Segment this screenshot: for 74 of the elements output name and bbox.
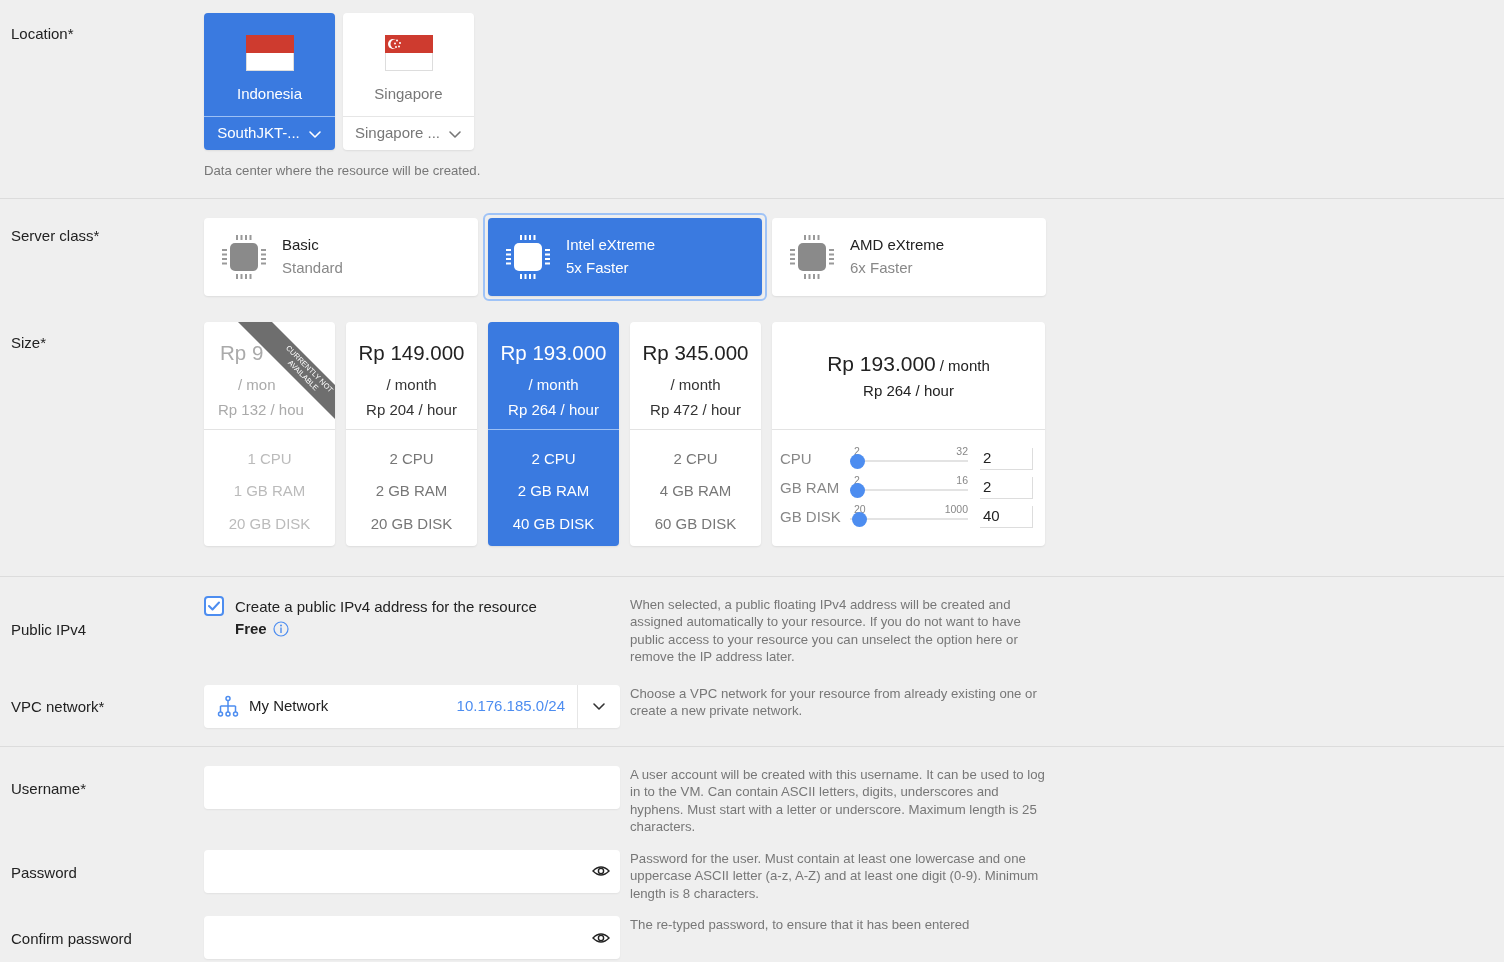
hourly-price: Rp 472 / hour	[650, 399, 741, 420]
slider-max: 16	[956, 473, 968, 486]
region-card[interactable]: Singapore Singapore ...	[343, 13, 474, 150]
class-subtitle: 5x Faster	[566, 257, 630, 278]
plan-price: Rp 193.000	[827, 351, 936, 377]
slider-max: 32	[956, 444, 968, 457]
plan-spec: 1 GB RAM	[232, 481, 307, 501]
field-label: Confirm password	[10, 929, 133, 949]
hourly-price: Rp 132 / hou	[218, 399, 304, 420]
price-label: Free	[235, 619, 267, 639]
class-subtitle: 6x Faster	[850, 257, 914, 278]
value-field[interactable]: 2	[980, 477, 1033, 499]
plan-spec: 1 CPU	[246, 448, 293, 469]
plan-spec: 2 CPU	[672, 448, 719, 469]
plan-period: / month	[528, 375, 579, 396]
field-label: Username*	[10, 778, 88, 799]
slider-label: GB DISK	[780, 506, 842, 527]
class-subtitle: Standard	[282, 257, 343, 278]
country-name: Indonesia	[236, 84, 303, 104]
datacenter-dropdown[interactable]: Singapore ...	[343, 116, 474, 150]
help-text: When selected, a public floating IPv4 address will be created and assigned automatically to your resource. If you do not want to have public access to your resource you can unselect the option here or remove the IP address later.	[630, 595, 1022, 666]
plan-spec: 4 GB RAM	[658, 481, 733, 501]
plan-period: / month	[939, 356, 990, 376]
plan-spec: 2 GB RAM	[516, 481, 591, 501]
hourly-price: Rp 204 / hour	[366, 399, 457, 420]
checkbox-label: Create a public IPv4 address for the resource	[235, 596, 537, 617]
plan-spec: 20 GB DISK	[227, 513, 312, 534]
plan-price: Rp 149.000	[358, 339, 465, 366]
field-label: Size*	[10, 332, 48, 353]
plan-spec: 60 GB DISK	[653, 513, 738, 534]
slider-min: 20	[854, 502, 866, 515]
field-label: VPC network*	[10, 696, 106, 717]
help-text: A user account will be created with this username. It can be used to log in to the VM. Can contain ASCII letters, digits, underscores and hyphens. Must start with a letter or underscore. Maximum length is 25 characters.	[630, 765, 1045, 836]
country-name: Singapore	[374, 84, 443, 104]
network-name: My Network	[249, 695, 329, 716]
hourly-price: Rp 264 / hour	[863, 380, 954, 401]
server-class-card[interactable]: Intel eXtreme 5x Faster	[488, 217, 762, 296]
server-class-card[interactable]: Basic Standard	[204, 217, 478, 296]
plan-spec: 2 CPU	[530, 448, 577, 469]
plan-spec: 20 GB DISK	[369, 513, 454, 534]
plan-price: Rp 9	[220, 339, 264, 366]
plan-card[interactable]: Rp 345.000 / month Rp 472 / hour 2 CPU 4 GB RAM 60 GB DISK	[630, 321, 761, 546]
plan-price: Rp 345.000	[642, 339, 749, 366]
plan-spec: 2 GB RAM	[374, 481, 449, 501]
slider-label: CPU	[780, 448, 813, 469]
value-field[interactable]: 40	[980, 506, 1033, 528]
value-field[interactable]: 2	[980, 448, 1033, 470]
field-label: Password	[10, 862, 78, 883]
plan-card[interactable]: Rp 149.000 / month Rp 204 / hour 2 CPU 2 GB RAM 20 GB DISK	[346, 321, 477, 546]
plan-spec: 40 GB DISK	[511, 513, 596, 534]
slider-max: 1000	[944, 502, 968, 515]
field-label: Public IPv4	[10, 620, 88, 641]
datacenter-dropdown[interactable]: SouthJKT-...	[204, 116, 335, 150]
class-name: Intel eXtreme	[566, 235, 656, 255]
class-name: Basic	[282, 235, 320, 255]
help-text: Choose a VPC network for your resource from already existing one or create a new private network.	[630, 684, 1038, 720]
field-label: Location*	[10, 24, 75, 44]
slider-label: GB RAM	[780, 477, 841, 498]
field-label: Server class*	[10, 225, 101, 246]
plan-period: / month	[386, 375, 437, 396]
plan-spec: 2 CPU	[388, 448, 435, 469]
region-card[interactable]: Indonesia SouthJKT-...	[204, 13, 335, 150]
server-class-card[interactable]: AMD eXtreme 6x Faster	[772, 217, 1046, 296]
hourly-price: Rp 264 / hour	[508, 399, 599, 420]
plan-period: / month	[670, 375, 721, 396]
plan-period: / mon	[238, 375, 276, 396]
help-text: Password for the user. Must contain at least one lowercase and one uppercase ASCII letter (a-z, A-Z) and at least one digit (0-9). Minimum length is 8 characters.	[630, 849, 1040, 902]
plan-card[interactable]: Rp 193.000 / month Rp 264 / hour 2 CPU 2 GB RAM 40 GB DISK	[488, 321, 619, 546]
help-text: Data center where the resource will be created.	[204, 162, 481, 180]
network-select[interactable]: My Network 10.176.185.0/24	[204, 684, 620, 728]
plan-price: Rp 193.000	[500, 339, 607, 366]
class-name: AMD eXtreme	[850, 235, 945, 255]
help-text: The re-typed password, to ensure that it has been entered	[630, 916, 971, 934]
network-cidr: 10.176.185.0/24	[456, 695, 565, 716]
